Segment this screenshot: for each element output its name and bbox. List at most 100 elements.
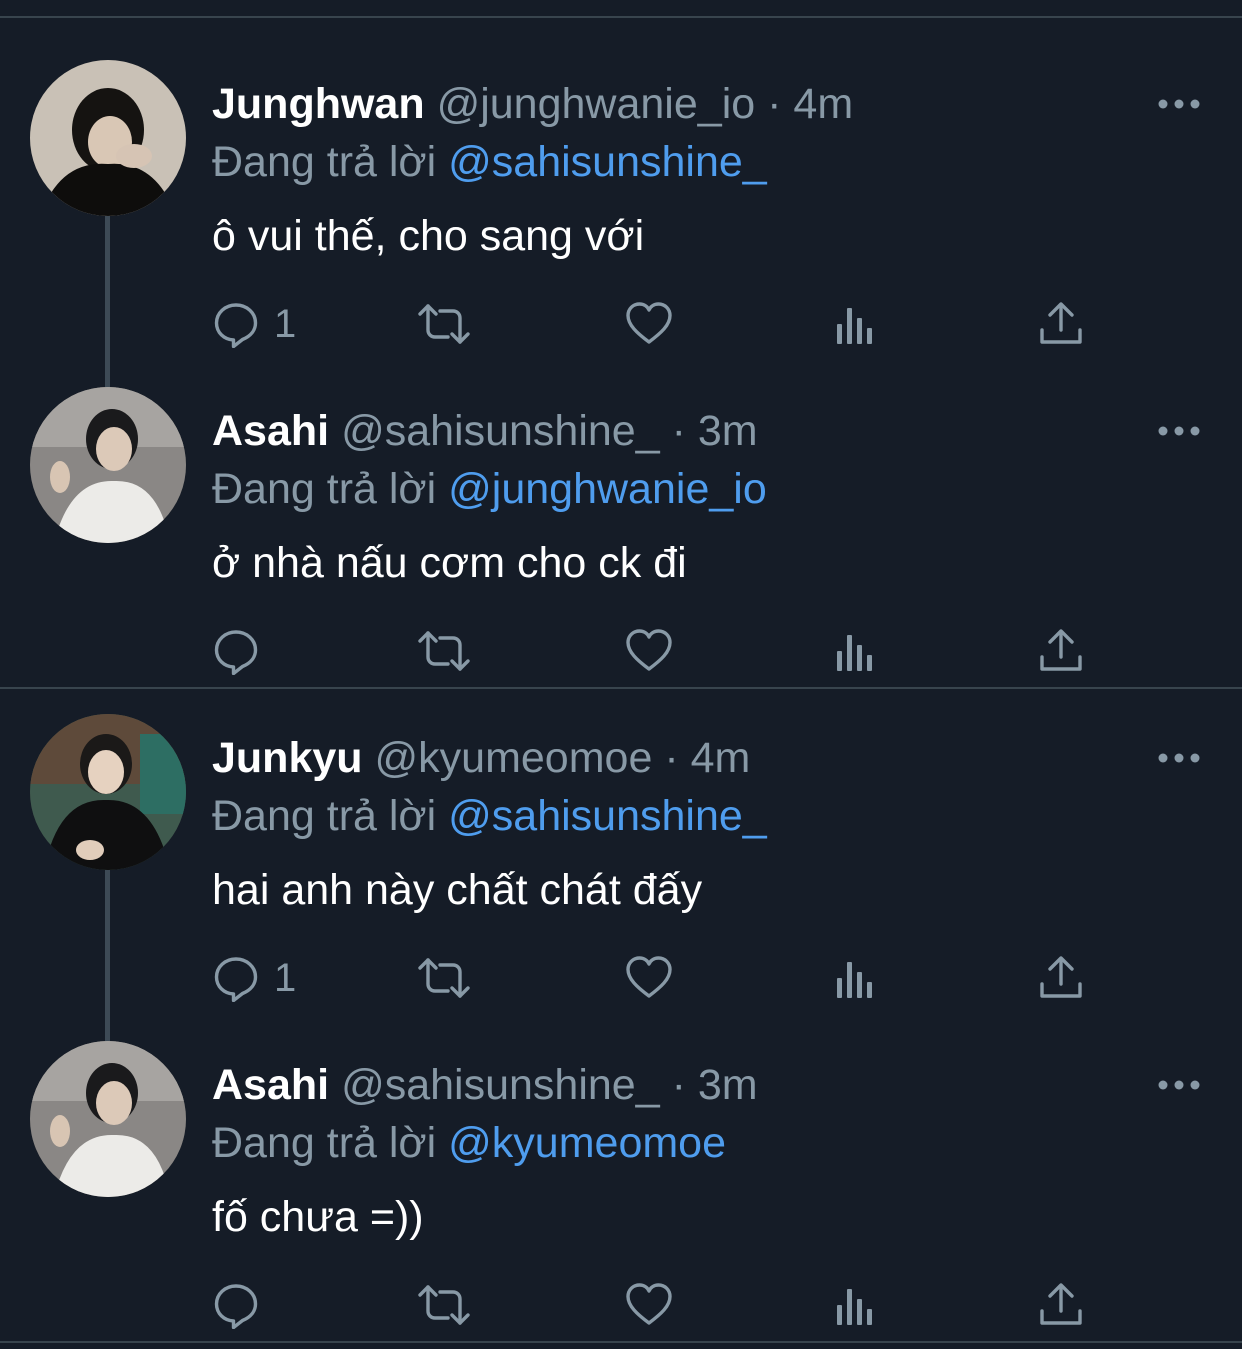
mention-link[interactable]: @sahisunshine_ [448, 138, 767, 186]
more-options-button[interactable] [1156, 746, 1202, 770]
display-name[interactable]: Asahi [212, 407, 329, 455]
user-handle[interactable]: @sahisunshine_ [341, 407, 660, 455]
like-button[interactable] [625, 952, 673, 1004]
replying-to: Đang trả lời @sahisunshine_ [212, 134, 767, 190]
mention-link[interactable]: @junghwanie_io [448, 465, 767, 513]
bottom-divider [0, 1341, 1242, 1343]
more-options-button[interactable] [1156, 419, 1202, 443]
replying-to-label: Đang trả lời [212, 1119, 437, 1167]
share-button[interactable] [1037, 625, 1085, 677]
heart-icon [626, 629, 672, 671]
views-button[interactable] [832, 625, 880, 677]
share-icon [1040, 1283, 1082, 1325]
reply-icon [214, 957, 258, 1002]
timestamp[interactable]: 4m [691, 734, 751, 782]
mention-link[interactable]: @kyumeomoe [448, 1119, 726, 1167]
retweet-icon [418, 1285, 470, 1325]
replying-to-label: Đang trả lời [212, 465, 437, 513]
thread-divider [0, 687, 1242, 689]
user-handle[interactable]: @kyumeomoe [375, 734, 653, 782]
tweet[interactable]: Junghwan @junghwanie_io · 4m Đang trả lờ… [0, 36, 1242, 363]
analytics-icon [837, 1289, 872, 1325]
avatar[interactable] [30, 60, 186, 216]
replying-to: Đang trả lời @kyumeomoe [212, 1115, 726, 1171]
views-button[interactable] [832, 952, 880, 1004]
replying-to: Đang trả lời @sahisunshine_ [212, 788, 767, 844]
tweet-header: Junkyu @kyumeomoe · 4m [212, 730, 750, 786]
retweet-button[interactable] [416, 625, 472, 677]
display-name[interactable]: Junghwan [212, 80, 425, 128]
top-divider [0, 16, 1242, 18]
user-handle[interactable]: @junghwanie_io [437, 80, 756, 128]
like-button[interactable] [625, 1279, 673, 1331]
retweet-icon [418, 958, 470, 998]
reply-count: 1 [274, 956, 297, 1000]
more-options-button[interactable] [1156, 1073, 1202, 1097]
retweet-button[interactable] [416, 952, 472, 1004]
avatar-photo-junghwan [30, 60, 186, 216]
like-button[interactable] [625, 298, 673, 350]
retweet-icon [418, 631, 470, 671]
heart-icon [626, 1283, 672, 1325]
action-bar: 1 [0, 952, 1242, 1004]
retweet-button[interactable] [416, 1279, 472, 1331]
share-button[interactable] [1037, 952, 1085, 1004]
action-bar [0, 1279, 1242, 1331]
like-button[interactable] [625, 625, 673, 677]
views-button[interactable] [832, 298, 880, 350]
reply-icon [214, 303, 258, 348]
meta-separator: · [671, 1061, 686, 1109]
share-button[interactable] [1037, 298, 1085, 350]
tweet-header: Asahi @sahisunshine_ · 3m [212, 1057, 758, 1113]
meta-separator: · [767, 80, 782, 128]
avatar[interactable] [30, 714, 186, 870]
tweet-text: ở nhà nấu cơm cho ck đi [212, 539, 687, 587]
more-options-button[interactable] [1156, 92, 1202, 116]
mention-link[interactable]: @sahisunshine_ [448, 792, 767, 840]
tweet-header: Junghwan @junghwanie_io · 4m [212, 76, 853, 132]
display-name[interactable]: Asahi [212, 1061, 329, 1109]
avatar-photo-asahi [30, 387, 186, 543]
timestamp[interactable]: 3m [698, 1061, 758, 1109]
replying-to-label: Đang trả lời [212, 792, 437, 840]
tweet-text: ô vui thế, cho sang với [212, 212, 645, 260]
reply-icon [214, 630, 258, 675]
replying-to: Đang trả lời @junghwanie_io [212, 461, 767, 517]
analytics-icon [837, 962, 872, 998]
more-icon [1158, 99, 1200, 109]
reply-button[interactable]: 1 [212, 952, 296, 1004]
heart-icon [626, 302, 672, 344]
share-icon [1040, 629, 1082, 671]
tweet-text: hai anh này chất chát đấy [212, 866, 703, 914]
action-bar: 1 [0, 298, 1242, 350]
share-icon [1040, 302, 1082, 344]
tweet[interactable]: Junkyu @kyumeomoe · 4m Đang trả lời @sah… [0, 690, 1242, 1017]
tweet[interactable]: Asahi @sahisunshine_ · 3m Đang trả lời @… [0, 1017, 1242, 1344]
views-button[interactable] [832, 1279, 880, 1331]
retweet-button[interactable] [416, 298, 472, 350]
share-icon [1040, 956, 1082, 998]
reply-count: 1 [274, 302, 297, 346]
reply-button[interactable] [212, 1279, 274, 1331]
user-handle[interactable]: @sahisunshine_ [341, 1061, 660, 1109]
avatar-photo-junkyu [30, 714, 186, 870]
avatar[interactable] [30, 387, 186, 543]
display-name[interactable]: Junkyu [212, 734, 363, 782]
analytics-icon [837, 635, 872, 671]
meta-separator: · [664, 734, 679, 782]
reply-button[interactable]: 1 [212, 298, 296, 350]
reply-button[interactable] [212, 625, 274, 677]
timestamp[interactable]: 3m [698, 407, 758, 455]
heart-icon [626, 956, 672, 998]
retweet-icon [418, 304, 470, 344]
meta-separator: · [671, 407, 686, 455]
timestamp[interactable]: 4m [793, 80, 853, 128]
replying-to-label: Đang trả lời [212, 138, 437, 186]
action-bar [0, 625, 1242, 677]
tweet-header: Asahi @sahisunshine_ · 3m [212, 403, 758, 459]
tweet[interactable]: Asahi @sahisunshine_ · 3m Đang trả lời @… [0, 363, 1242, 690]
share-button[interactable] [1037, 1279, 1085, 1331]
more-icon [1158, 753, 1200, 763]
avatar[interactable] [30, 1041, 186, 1197]
analytics-icon [837, 308, 872, 344]
